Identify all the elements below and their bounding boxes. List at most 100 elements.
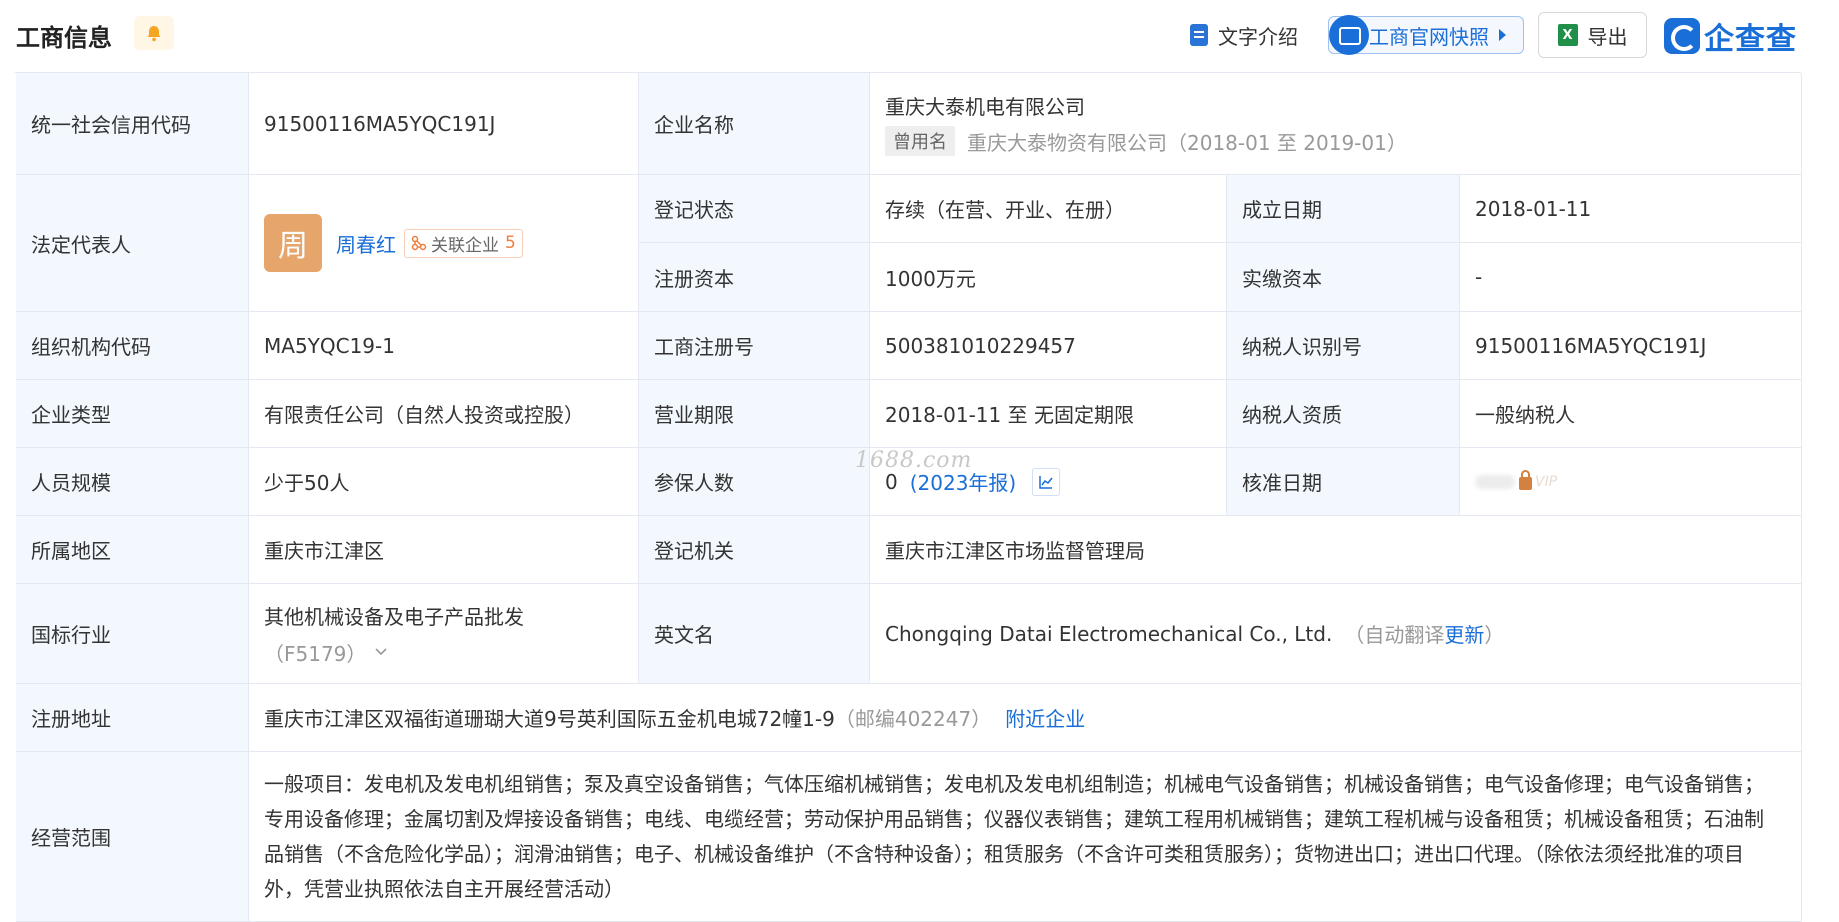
paid-capital-value: - xyxy=(1475,265,1483,289)
text-intro-label: 文字介绍 xyxy=(1218,24,1298,49)
company-type-label: 企业类型 xyxy=(31,403,111,427)
related-count: 5 xyxy=(505,233,516,253)
reg-status-value: 存续（在营、开业、在册） xyxy=(885,198,1125,222)
legal-rep-cell: 周 周春红 关联企业 5 xyxy=(249,175,639,312)
staff-size-value: 少于50人 xyxy=(264,471,350,495)
region-cell: 重庆市江津区 xyxy=(249,516,639,584)
former-name-row: 曾用名 重庆大泰物资有限公司（2018-01 至 2019-01） xyxy=(885,126,1407,156)
company-name-value: 重庆大泰机电有限公司 xyxy=(885,95,1085,119)
company-name-cell: 重庆大泰机电有限公司 曾用名 重庆大泰物资有限公司（2018-01 至 2019… xyxy=(870,73,1802,175)
paid-capital-label: 实缴资本 xyxy=(1242,266,1322,291)
org-code-value: MA5YQC19-1 xyxy=(264,333,395,358)
trend-chart-icon[interactable] xyxy=(1032,467,1061,496)
company-type-cell: 有限责任公司（自然人投资或控股） xyxy=(249,380,639,448)
insured-value: 0 xyxy=(885,469,898,494)
brand-logo: 企查查 xyxy=(1664,14,1797,58)
related-companies-badge[interactable]: 关联企业 5 xyxy=(404,228,523,258)
reg-capital-label: 注册资本 xyxy=(654,266,734,291)
industry-label-cell: 国标行业 xyxy=(16,584,249,684)
blurred-value xyxy=(1475,474,1515,489)
legal-rep-label-cell: 法定代表人 xyxy=(16,175,249,312)
insured-label-cell: 参保人数 xyxy=(639,448,870,516)
english-name-value: Chongqing Datai Electromechanical Co., L… xyxy=(885,621,1333,646)
approval-date-label: 核准日期 xyxy=(1242,471,1322,495)
taxpayer-id-label: 纳税人识别号 xyxy=(1242,335,1362,359)
reg-status-cell: 存续（在营、开业、在册） xyxy=(870,175,1227,243)
snapshot-icon xyxy=(1329,15,1369,55)
bell-icon[interactable] xyxy=(134,16,174,50)
biz-reg-no-value: 500381010229457 xyxy=(885,333,1076,358)
auto-translate-suffix: ） xyxy=(1484,623,1505,647)
insured-label: 参保人数 xyxy=(654,471,734,495)
found-date-label: 成立日期 xyxy=(1242,198,1322,222)
reg-status-label-cell: 登记状态 xyxy=(639,175,870,243)
vip-label: VIP xyxy=(1535,473,1558,490)
chevron-down-icon[interactable] xyxy=(374,647,388,657)
taxpayer-qual-value: 一般纳税人 xyxy=(1475,403,1575,427)
approval-date-label-cell: 核准日期 xyxy=(1227,448,1460,516)
qcc-logo-icon xyxy=(1664,18,1700,54)
found-date-value: 2018-01-11 xyxy=(1475,196,1592,221)
reg-status-label: 登记状态 xyxy=(654,198,734,222)
english-name-label-cell: 英文名 xyxy=(639,584,870,684)
company-type-value: 有限责任公司（自然人投资或控股） xyxy=(264,403,584,427)
region-label-cell: 所属地区 xyxy=(16,516,249,584)
postcode: （邮编402247） xyxy=(834,707,992,731)
credit-code-value: 91500116MA5YQC191J xyxy=(264,111,496,136)
biz-term-cell: 2018-01-11 至 无固定期限 xyxy=(870,380,1227,448)
legal-rep-label: 法定代表人 xyxy=(31,232,131,257)
industry-label: 国标行业 xyxy=(31,623,111,647)
reg-address-cell: 重庆市江津区双福街道珊瑚大道9号英利国际五金机电城72幢1-9 （邮编40224… xyxy=(249,684,1802,752)
approval-date-cell[interactable]: VIP xyxy=(1460,448,1802,516)
text-intro-button[interactable]: 文字介绍 xyxy=(1190,16,1298,54)
biz-term-value: 2018-01-11 至 无固定期限 xyxy=(885,403,1134,427)
org-code-cell: MA5YQC19-1 xyxy=(249,312,639,380)
industry-code-row[interactable]: （F5179） xyxy=(264,638,388,667)
region-label: 所属地区 xyxy=(31,539,111,563)
update-translation-link[interactable]: 更新 xyxy=(1444,619,1484,648)
taxpayer-id-value: 91500116MA5YQC191J xyxy=(1475,333,1707,358)
taxpayer-id-label-cell: 纳税人识别号 xyxy=(1227,312,1460,380)
reg-address-label: 注册地址 xyxy=(31,707,111,731)
brand-text: 企查查 xyxy=(1704,22,1797,57)
org-code-label-cell: 组织机构代码 xyxy=(16,312,249,380)
vip-locked-value[interactable]: VIP xyxy=(1475,470,1558,490)
former-name-tag: 曾用名 xyxy=(885,126,955,156)
reg-capital-label-cell: 注册资本 xyxy=(639,243,870,312)
reg-capital-cell: 1000万元 xyxy=(870,243,1227,312)
snapshot-label: 工商官网快照 xyxy=(1369,24,1489,49)
legal-rep-name-link[interactable]: 周春红 xyxy=(336,229,396,258)
company-name-label: 企业名称 xyxy=(654,113,734,137)
auto-translate-prefix: （自动翻译 xyxy=(1344,623,1445,647)
reg-capital-value: 1000万元 xyxy=(885,266,976,291)
export-button[interactable]: X 导出 xyxy=(1538,12,1647,58)
english-name-label: 英文名 xyxy=(654,623,714,647)
industry-value: 其他机械设备及电子产品批发 xyxy=(264,604,524,629)
nearby-companies-link[interactable]: 附近企业 xyxy=(1005,703,1085,732)
found-date-label-cell: 成立日期 xyxy=(1227,175,1460,243)
biz-reg-no-label-cell: 工商注册号 xyxy=(639,312,870,380)
website-snapshot-button[interactable]: 工商官网快照 xyxy=(1328,15,1524,55)
reg-address-label-cell: 注册地址 xyxy=(16,684,249,752)
taxpayer-qual-cell: 一般纳税人 xyxy=(1460,380,1802,448)
biz-term-label: 营业期限 xyxy=(654,403,734,427)
org-code-label: 组织机构代码 xyxy=(31,335,151,359)
industry-cell: 其他机械设备及电子产品批发 （F5179） xyxy=(249,584,639,684)
export-label: 导出 xyxy=(1587,24,1628,49)
arrow-right-icon xyxy=(1499,29,1506,41)
avatar[interactable]: 周 xyxy=(264,214,322,272)
scope-label-cell: 经营范围 xyxy=(16,752,249,922)
staff-size-label: 人员规模 xyxy=(31,471,111,495)
reg-authority-cell: 重庆市江津区市场监督管理局 xyxy=(870,516,1802,584)
scope-cell: 一般项目：发电机及发电机组销售；泵及真空设备销售；气体压缩机械销售；发电机及发电… xyxy=(249,752,1802,922)
company-type-label-cell: 企业类型 xyxy=(16,380,249,448)
taxpayer-id-cell: 91500116MA5YQC191J xyxy=(1460,312,1802,380)
reg-authority-value: 重庆市江津区市场监督管理局 xyxy=(885,539,1145,563)
biz-term-label-cell: 营业期限 xyxy=(639,380,870,448)
scope-label: 经营范围 xyxy=(31,826,111,850)
region-value: 重庆市江津区 xyxy=(264,539,384,563)
lock-icon xyxy=(1519,470,1532,490)
network-icon xyxy=(411,235,427,251)
reg-authority-label-cell: 登记机关 xyxy=(639,516,870,584)
industry-code: （F5179） xyxy=(264,641,367,666)
